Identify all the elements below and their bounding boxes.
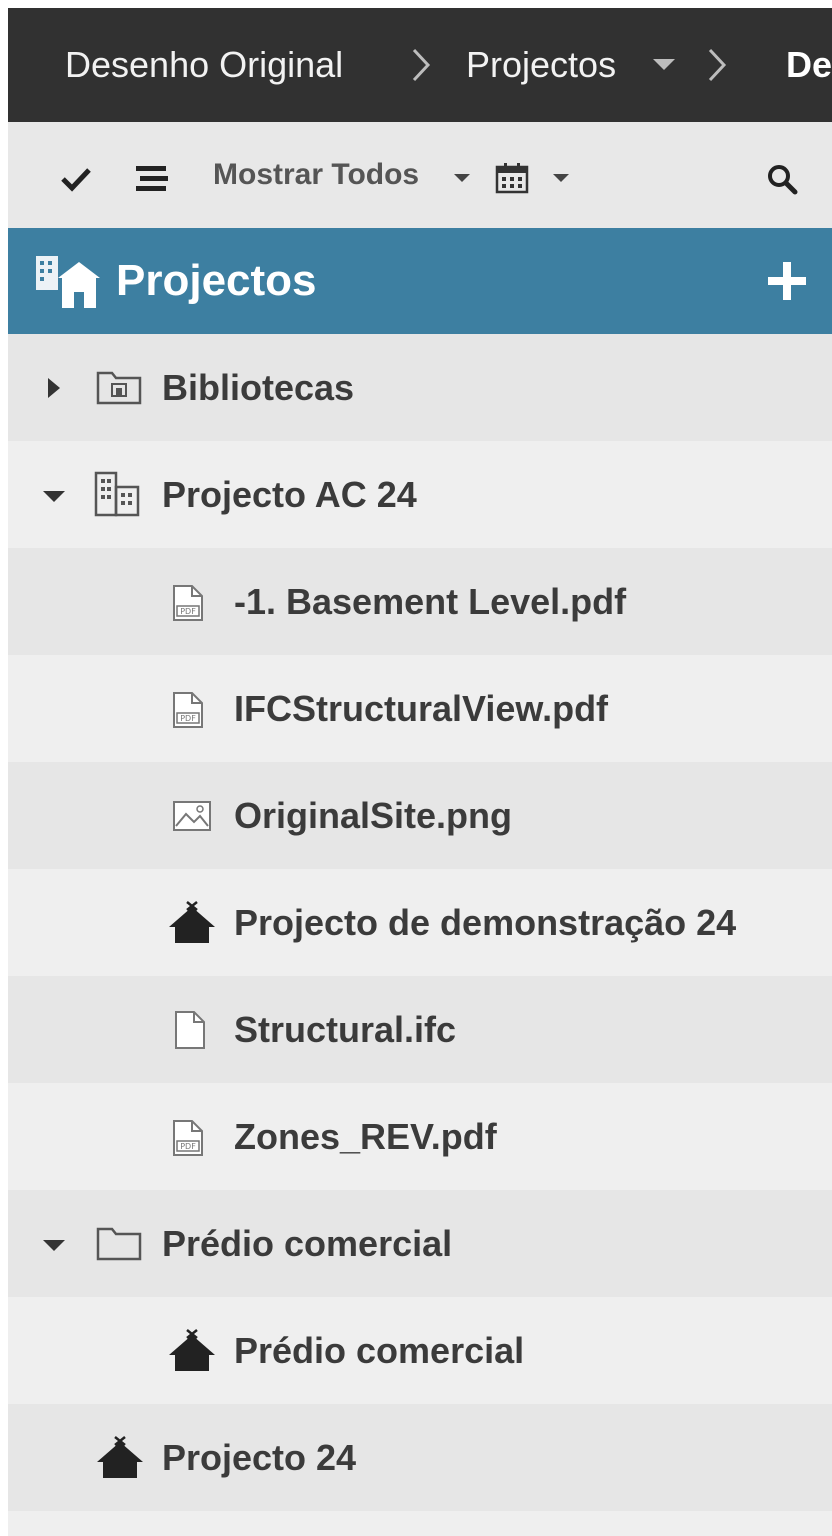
tree-item-label: Projecto 24 bbox=[162, 1437, 357, 1478]
tree-item-label: OriginalSite.png bbox=[234, 795, 513, 836]
svg-text:PDF: PDF bbox=[180, 607, 196, 616]
expand-toggle-icon[interactable] bbox=[48, 378, 60, 398]
house-icon bbox=[97, 1436, 143, 1478]
projects-icon bbox=[36, 256, 100, 308]
caret-down-icon[interactable] bbox=[653, 59, 675, 70]
chevron-right-icon bbox=[708, 48, 727, 82]
house-icon bbox=[169, 901, 215, 943]
tree-item-file[interactable]: PDF Zones_REV.pdf bbox=[8, 1083, 832, 1190]
pdf-file-icon: PDF bbox=[173, 692, 203, 728]
breadcrumb: Desenho Original Projectos De bbox=[8, 8, 832, 122]
calendar-icon[interactable] bbox=[495, 162, 529, 194]
tree-item-project[interactable]: Projecto de demonstração 24 bbox=[8, 869, 832, 976]
filter-dropdown-label[interactable]: Mostrar Todos bbox=[213, 122, 419, 228]
breadcrumb-item-desenho-original[interactable]: Desenho Original bbox=[65, 8, 343, 122]
tree-item-folder[interactable]: Prédio comercial bbox=[8, 1190, 832, 1297]
tree-item-projecto-ac-24[interactable]: Projecto AC 24 bbox=[8, 441, 832, 548]
caret-down-icon[interactable] bbox=[553, 174, 569, 182]
checkmark-icon[interactable] bbox=[60, 166, 92, 192]
caret-down-icon[interactable] bbox=[454, 174, 470, 182]
collapse-toggle-icon[interactable] bbox=[43, 491, 65, 502]
pdf-file-icon: PDF bbox=[173, 1120, 203, 1156]
search-icon[interactable] bbox=[766, 163, 798, 195]
image-file-icon bbox=[173, 801, 211, 831]
tree-item-project[interactable]: Prédio comercial bbox=[8, 1297, 832, 1404]
list-icon[interactable] bbox=[136, 165, 170, 193]
tree-item-label: Projecto AC 24 bbox=[162, 474, 417, 515]
library-folder-icon bbox=[96, 371, 142, 405]
add-icon[interactable] bbox=[768, 262, 806, 300]
tree-item-project[interactable]: Projecto 24 bbox=[8, 1404, 832, 1511]
collapse-toggle-icon[interactable] bbox=[43, 1240, 65, 1251]
tree-item-bibliotecas[interactable]: Bibliotecas bbox=[8, 334, 832, 441]
svg-text:PDF: PDF bbox=[180, 1142, 196, 1151]
tree-item-label: Zones_REV.pdf bbox=[234, 1116, 497, 1157]
breadcrumb-item-current[interactable]: De bbox=[786, 8, 832, 122]
tree-item-file[interactable]: PDF IFCStructuralView.pdf bbox=[8, 655, 832, 762]
toolbar: Mostrar Todos bbox=[8, 122, 832, 228]
tree-item-label: -1. Basement Level.pdf bbox=[234, 581, 627, 622]
tree-item-label: Prédio comercial bbox=[162, 1223, 453, 1264]
tree-item-label: Prédio comercial bbox=[234, 1330, 525, 1371]
pdf-file-icon: PDF bbox=[173, 585, 203, 621]
file-icon bbox=[175, 1011, 205, 1049]
tree-item-label: Structural.ifc bbox=[234, 1009, 457, 1050]
chevron-right-icon bbox=[412, 48, 431, 82]
tree-item-label: Projecto de demonstração 24 bbox=[234, 902, 737, 943]
page-title: Projectos bbox=[116, 256, 317, 305]
tree-item-partial bbox=[8, 1511, 832, 1536]
projects-header: Projectos bbox=[8, 228, 832, 334]
app-frame: Desenho Original Projectos De Mostrar To… bbox=[8, 8, 832, 1536]
tree-item-file[interactable]: OriginalSite.png bbox=[8, 762, 832, 869]
breadcrumb-item-projectos[interactable]: Projectos bbox=[466, 8, 616, 122]
house-icon bbox=[169, 1329, 215, 1371]
building-icon bbox=[94, 471, 140, 517]
folder-icon bbox=[96, 1227, 142, 1261]
tree-item-label: Bibliotecas bbox=[162, 367, 355, 408]
svg-text:PDF: PDF bbox=[180, 714, 196, 723]
tree-item-file[interactable]: Structural.ifc bbox=[8, 976, 832, 1083]
tree-item-file[interactable]: PDF -1. Basement Level.pdf bbox=[8, 548, 832, 655]
tree-item-label: IFCStructuralView.pdf bbox=[234, 688, 609, 729]
